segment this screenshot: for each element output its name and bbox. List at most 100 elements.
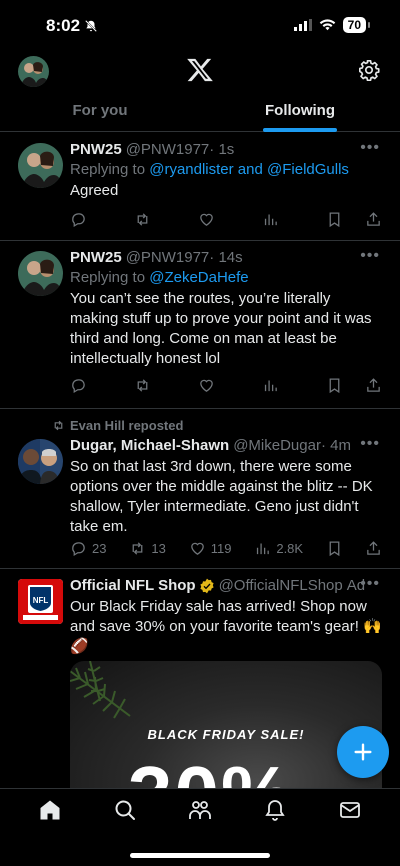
repost-button[interactable]: 13: [129, 540, 166, 557]
bookmark-button[interactable]: [326, 540, 343, 557]
mention-link[interactable]: @FieldGulls: [267, 161, 349, 178]
notifications-icon: [265, 799, 285, 821]
like-button[interactable]: [198, 211, 215, 228]
post[interactable]: PNW25 @PNW1977 · 14s Replying to @ZekeDa…: [0, 241, 400, 409]
views-count: 2.8K: [276, 540, 304, 556]
post-time: · 14s: [209, 249, 243, 266]
author-name[interactable]: PNW25: [70, 249, 122, 266]
battery-indicator: 70: [342, 17, 371, 33]
repost-context: Evan Hill reposted: [52, 418, 183, 433]
repost-icon: [137, 212, 148, 226]
nav-communities[interactable]: [188, 798, 212, 827]
post-avatar[interactable]: [18, 439, 63, 484]
views-icon: [257, 543, 270, 554]
author-handle: @PNW1977: [125, 141, 210, 158]
post[interactable]: PNW25 @PNW1977 · 1s Replying to @ryandli…: [0, 133, 400, 241]
post-text: You can’t see the routes, you’re literal…: [70, 290, 372, 367]
settings-icon[interactable]: [358, 59, 380, 81]
reply-button[interactable]: [70, 211, 87, 228]
like-icon: [190, 542, 204, 555]
reply-icon: [72, 212, 85, 227]
nav-home[interactable]: [38, 798, 62, 827]
post-text: So on that last 3rd down, there were som…: [70, 458, 373, 535]
verified-gold-icon: [199, 578, 214, 593]
home-indicator[interactable]: [130, 853, 270, 858]
tab-following[interactable]: Following: [200, 92, 400, 132]
post-avatar[interactable]: NFL: [18, 579, 63, 624]
replying-to: Replying to @ryandlister and @FieldGulls: [70, 161, 349, 178]
more-options-icon[interactable]: •••: [360, 247, 380, 265]
mention-link[interactable]: @ZekeDaHefe: [149, 269, 248, 286]
share-icon: [367, 377, 380, 392]
reply-button[interactable]: 23: [70, 540, 106, 557]
post[interactable]: Evan Hill reposted Dugar, Michael-Shawn …: [0, 409, 400, 569]
author-name[interactable]: Official NFL Shop: [70, 577, 196, 594]
like-button[interactable]: [198, 377, 215, 394]
views-icon: [264, 380, 277, 391]
bookmark-icon: [329, 540, 340, 556]
nav-notifications[interactable]: [263, 798, 287, 827]
bookmark-button[interactable]: [326, 211, 343, 228]
x-logo-icon[interactable]: [186, 56, 214, 84]
post-text: Our Black Friday sale has arrived! Shop …: [70, 598, 382, 655]
share-button[interactable]: [365, 540, 382, 557]
bottom-nav: [0, 788, 400, 866]
profile-avatar[interactable]: [18, 56, 49, 87]
nav-search[interactable]: [113, 798, 137, 827]
clock: 8:02: [46, 16, 81, 35]
repost-count: 13: [151, 540, 166, 556]
mention-link[interactable]: @ryandlister: [149, 161, 233, 178]
author-name[interactable]: PNW25: [70, 141, 122, 158]
views-button[interactable]: [262, 211, 279, 228]
compose-button[interactable]: [337, 726, 389, 778]
author-name[interactable]: Dugar, Michael-Shawn: [70, 437, 229, 454]
reply-count: 23: [92, 540, 107, 556]
silent-bell-icon: [85, 20, 97, 32]
promo-card-discount: 30%: [128, 749, 294, 788]
repost-icon: [137, 378, 148, 392]
views-button[interactable]: [262, 377, 279, 394]
repost-button[interactable]: [134, 211, 151, 228]
views-button[interactable]: 2.8K: [254, 540, 303, 557]
status-bar: 8:02 70: [0, 0, 400, 50]
repost-button[interactable]: [134, 377, 151, 394]
like-button[interactable]: 119: [189, 540, 232, 557]
author-handle: @PNW1977: [125, 249, 210, 266]
nav-messages[interactable]: [338, 798, 362, 827]
home-icon: [40, 800, 60, 819]
share-icon: [367, 211, 380, 226]
bookmark-icon: [329, 211, 340, 227]
timeline-tabs: For you Following: [0, 92, 400, 132]
like-count: 119: [210, 540, 232, 556]
author-handle: @OfficialNFLShop: [218, 577, 343, 594]
more-options-icon[interactable]: •••: [360, 575, 380, 593]
reply-icon: [72, 541, 85, 556]
messages-icon: [340, 801, 361, 818]
share-button[interactable]: [365, 377, 382, 394]
author-handle: @MikeDugar: [233, 437, 321, 454]
promo-card-image[interactable]: BLACK FRIDAY SALE! 30%: [70, 661, 382, 788]
post-avatar[interactable]: [18, 143, 63, 188]
communities-icon: [189, 800, 211, 819]
svg-text:NFL: NFL: [33, 596, 49, 605]
like-icon: [200, 379, 213, 392]
more-options-icon[interactable]: •••: [360, 139, 380, 157]
share-button[interactable]: [365, 211, 382, 228]
top-bar: [0, 50, 400, 90]
search-icon: [115, 800, 135, 820]
views-icon: [264, 214, 277, 225]
wifi-icon: [319, 19, 335, 31]
post-text: Agreed: [70, 182, 119, 199]
bookmark-icon: [329, 377, 340, 393]
tab-for-you[interactable]: For you: [0, 92, 200, 131]
bookmark-button[interactable]: [326, 377, 343, 394]
post-avatar[interactable]: [18, 251, 63, 296]
share-icon: [367, 540, 380, 555]
signal-icon: [293, 19, 312, 31]
like-icon: [200, 213, 213, 226]
more-options-icon[interactable]: •••: [360, 435, 380, 453]
reply-button[interactable]: [70, 377, 87, 394]
replying-to: Replying to @ZekeDaHefe: [70, 269, 249, 286]
post-time: · 1s: [209, 141, 235, 158]
reply-icon: [72, 378, 85, 393]
